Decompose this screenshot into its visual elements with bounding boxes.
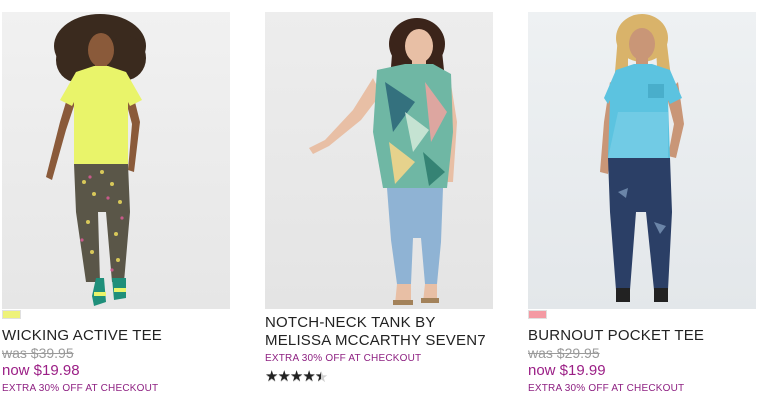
promo-text: EXTRA 30% OFF AT CHECKOUT <box>2 383 159 394</box>
product-image[interactable] <box>528 12 756 309</box>
sale-price: now $19.98 <box>2 362 80 379</box>
promo-text: EXTRA 30% OFF AT CHECKOUT <box>265 353 422 364</box>
product-name[interactable]: BURNOUT POCKET TEE <box>528 327 756 345</box>
sale-price: now $19.99 <box>528 362 606 379</box>
model-photo-icon <box>600 14 684 302</box>
was-price: was $29.95 <box>528 345 600 361</box>
model-photo-icon <box>46 14 146 306</box>
product-name[interactable]: NOTCH-NECK TANK BY MELISSA MCCARTHY SEVE… <box>265 314 493 350</box>
color-swatches <box>528 310 756 321</box>
color-swatches <box>2 310 230 321</box>
product-image[interactable] <box>265 12 493 309</box>
product-card[interactable]: NOTCH-NECK TANK BY MELISSA MCCARTHY SEVE… <box>265 12 493 386</box>
color-swatch[interactable] <box>528 310 547 319</box>
color-swatch[interactable] <box>2 310 21 319</box>
product-card[interactable]: BURNOUT POCKET TEE was $29.95 now $19.99… <box>528 12 756 396</box>
promo-text: EXTRA 30% OFF AT CHECKOUT <box>528 383 685 394</box>
model-photo-icon <box>309 18 457 305</box>
product-name[interactable]: WICKING ACTIVE TEE <box>2 327 230 345</box>
product-card[interactable]: WICKING ACTIVE TEE was $39.95 now $19.98… <box>2 12 230 396</box>
product-image[interactable] <box>2 12 230 309</box>
stars-filled: ★★★★★ <box>265 369 321 385</box>
was-price: was $39.95 <box>2 345 74 361</box>
rating-stars: ★★★★★ ★★★★★ <box>265 368 493 386</box>
